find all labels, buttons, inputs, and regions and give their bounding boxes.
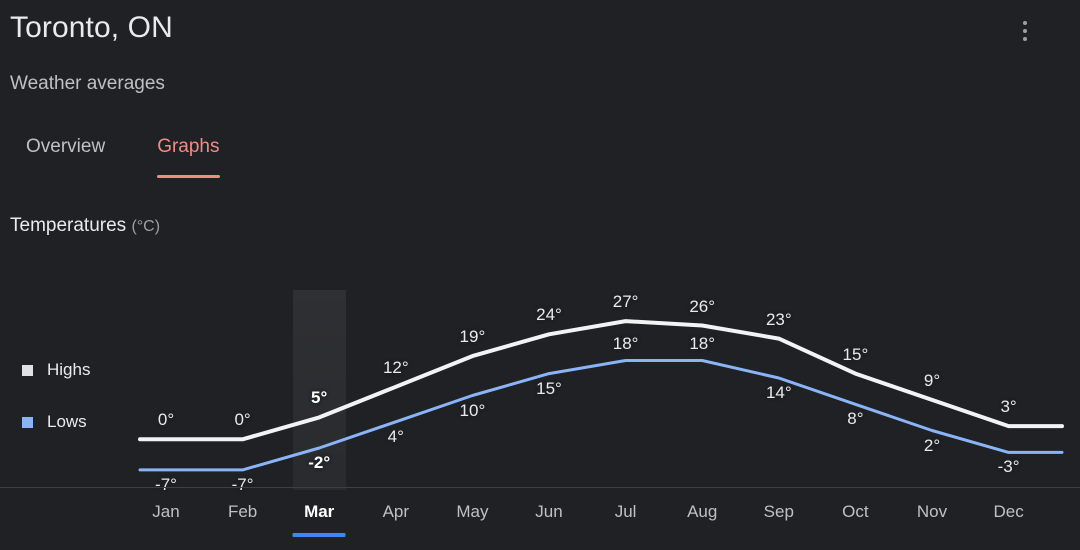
page-subtitle: Weather averages [10,73,165,94]
tab-graphs-label: Graphs [157,136,220,157]
high-value-label: 19° [459,327,486,347]
section-title: Temperatures (°C) [10,212,160,241]
low-value-label: -3° [997,457,1020,477]
low-value-label: 4° [387,426,404,446]
high-value-label: 26° [689,296,716,316]
month-tab-may[interactable]: May [446,488,499,536]
low-value-label: 14° [765,383,792,402]
menu-dot [1023,37,1027,41]
month-tab-apr[interactable]: Apr [369,488,422,536]
high-value-label: 5° [311,388,328,408]
tab-overview-label: Overview [26,136,106,157]
weather-averages-panel: Toronto, ON Weather averages Overview Gr… [0,0,1080,550]
low-value-label: 2° [923,435,941,455]
month-tab-feb[interactable]: Feb [216,488,269,536]
high-value-label: 0° [234,410,251,430]
menu-dot [1023,21,1027,25]
menu-dot [1023,29,1027,33]
low-value-label: 18° [689,333,716,353]
month-tab-sep[interactable]: Sep [752,488,805,536]
low-value-label: 15° [536,378,562,398]
month-tab-jan[interactable]: Jan [140,488,193,536]
tab-graphs[interactable]: Graphs [131,125,245,178]
month-tab-nov[interactable]: Nov [906,488,959,536]
month-tab-jul[interactable]: Jul [599,488,652,536]
high-value-label: 15° [842,344,869,364]
high-value-label: 12° [382,357,409,377]
section-title-text: Temperatures [10,215,127,236]
low-value-label: 8° [847,409,864,429]
month-tab-oct[interactable]: Oct [829,488,882,536]
low-value-label: -2° [308,453,331,472]
selected-month-marker [292,533,346,537]
tab-overview[interactable]: Overview [0,125,131,169]
page-title: Toronto, ON [10,11,173,44]
low-value-label: 10° [459,400,486,420]
high-value-label: 3° [1000,397,1017,417]
month-axis: Jan Feb Mar Apr May Jun Jul Aug Sep Oct Nov Dec [0,488,1080,550]
high-value-label: 23° [765,309,792,329]
more-vertical-icon[interactable] [1014,14,1036,48]
tab-active-underline [157,175,220,178]
month-tab-aug[interactable]: Aug [676,488,729,536]
high-value-label: 0° [157,410,175,430]
month-tab-jun[interactable]: Jun [523,488,576,536]
low-value-label: 18° [612,333,639,353]
tab-bar: Overview Graphs [0,125,246,181]
high-value-label: 27° [612,292,639,312]
high-value-label: 24° [536,305,562,325]
high-value-label: 9° [923,370,941,390]
month-tab-mar[interactable]: Mar [293,488,346,536]
month-tab-dec[interactable]: Dec [982,488,1035,536]
section-title-unit: (°C) [131,218,161,235]
